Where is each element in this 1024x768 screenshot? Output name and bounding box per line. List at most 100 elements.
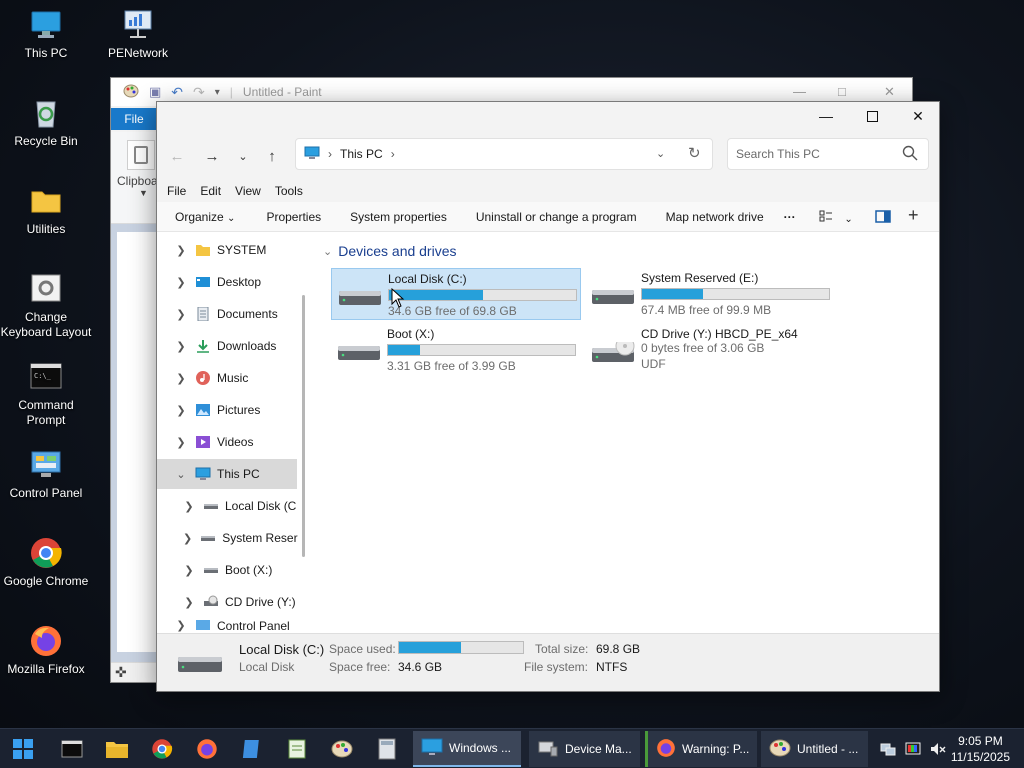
chevron-right-icon[interactable]: ❯	[183, 500, 195, 513]
nav-item-system[interactable]: ❯ SYSTEM	[157, 235, 297, 265]
volume-muted-icon[interactable]	[930, 741, 946, 757]
save-icon[interactable]: ▣	[149, 84, 161, 100]
new-item-icon[interactable]: +	[908, 205, 919, 226]
close-icon[interactable]: ✕	[884, 84, 895, 100]
taskbar-firefox[interactable]	[192, 735, 222, 765]
desktop-icon-command-prompt[interactable]: C:\_ Command Prompt	[0, 360, 92, 428]
taskbar-task-firefox-warning[interactable]: Warning: P...	[645, 731, 757, 767]
close-button[interactable]: ✕	[895, 102, 941, 130]
more-options-button[interactable]: ···	[784, 210, 796, 224]
explorer-window[interactable]: — ✕ ← → ⌄ ↑ › This PC › ⌄ ↻ File Edit Vi…	[156, 101, 940, 692]
drive-tile-local-disk-c[interactable]: Local Disk (C:) 34.6 GB free of 69.8 GB	[331, 268, 581, 320]
properties-button[interactable]: Properties	[266, 210, 321, 224]
desktop-icon-google-chrome[interactable]: Google Chrome	[0, 536, 92, 589]
maximize-icon[interactable]: □	[838, 84, 846, 99]
chevron-right-icon[interactable]: ❯	[175, 340, 187, 353]
details-space-used-label: Space used:	[329, 642, 396, 656]
chevron-right-icon[interactable]: ❯	[175, 436, 187, 449]
menu-file[interactable]: File	[167, 184, 194, 198]
system-properties-button[interactable]: System properties	[350, 210, 447, 224]
search-box[interactable]	[727, 138, 929, 170]
nav-item-boot-x[interactable]: ❯ Boot (X:)	[157, 555, 297, 585]
chevron-right-icon[interactable]: ❯	[175, 619, 187, 632]
chevron-down-icon[interactable]: ⌄	[175, 468, 187, 481]
preview-pane-icon[interactable]	[875, 210, 891, 226]
redo-icon[interactable]: ↷	[193, 84, 205, 101]
taskbar-notes[interactable]	[237, 735, 267, 765]
chevron-right-icon[interactable]: ❯	[175, 276, 187, 289]
desktop-icon-this-pc[interactable]: This PC	[0, 8, 92, 61]
taskbar-notepad[interactable]	[282, 735, 312, 765]
taskbar-task-windows-explorer[interactable]: Windows ...	[413, 731, 521, 767]
back-button[interactable]: ←	[165, 144, 189, 168]
up-button[interactable]: ↑	[260, 144, 284, 168]
address-history-button[interactable]: ⌄	[656, 147, 665, 160]
chevron-right-icon[interactable]: ›	[391, 147, 395, 161]
drive-tile-cd-drive-y[interactable]: CD Drive (Y:) HBCD_PE_x64 0 bytes free o…	[585, 324, 835, 376]
nav-item-local-disk-c[interactable]: ❯ Local Disk (C	[157, 491, 297, 521]
refresh-icon[interactable]: ↻	[688, 144, 701, 162]
address-bar[interactable]: › This PC › ⌄ ↻	[295, 138, 713, 170]
nav-item-desktop[interactable]: ❯ Desktop	[157, 267, 297, 297]
chevron-right-icon[interactable]: ❯	[175, 372, 187, 385]
chevron-right-icon[interactable]: ❯	[183, 532, 192, 545]
nav-item-downloads[interactable]: ❯ Downloads	[157, 331, 297, 361]
explorer-titlebar[interactable]: — ✕	[157, 102, 939, 130]
map-network-drive-button[interactable]: Map network drive	[666, 210, 764, 224]
chevron-down-icon[interactable]: ▼	[139, 188, 148, 198]
desktop-icon-control-panel[interactable]: Control Panel	[0, 448, 92, 501]
taskbar-chrome[interactable]	[147, 735, 177, 765]
nav-item-this-pc[interactable]: ⌄ This PC	[157, 459, 297, 489]
nav-item-documents[interactable]: ❯ Documents	[157, 299, 297, 329]
taskbar-task-device-manager[interactable]: Device Ma...	[529, 731, 640, 767]
devices-and-drives-header[interactable]: ⌄ Devices and drives	[323, 243, 457, 259]
search-input[interactable]	[736, 147, 896, 161]
start-button[interactable]	[8, 735, 38, 765]
address-location[interactable]: This PC	[340, 147, 383, 161]
minimize-icon[interactable]: —	[793, 84, 806, 99]
drive-tile-boot-x[interactable]: Boot (X:) 3.31 GB free of 3.99 GB	[331, 324, 581, 376]
clipboard-paste-button[interactable]	[127, 140, 155, 170]
maximize-button[interactable]	[849, 102, 895, 130]
minimize-button[interactable]: —	[803, 102, 849, 130]
chevron-right-icon[interactable]: ❯	[175, 244, 187, 257]
network-tray-icon[interactable]	[880, 741, 896, 757]
uninstall-program-button[interactable]: Uninstall or change a program	[476, 210, 637, 224]
taskbar-terminal[interactable]	[57, 735, 87, 765]
taskbar-calculator[interactable]	[372, 735, 402, 765]
forward-button[interactable]: →	[200, 144, 224, 168]
desktop-icon-recycle-bin[interactable]: Recycle Bin	[0, 96, 92, 149]
desktop-icon-penetwork[interactable]: PENetwork	[92, 8, 184, 61]
organize-button[interactable]: Organize ⌄	[175, 210, 235, 224]
nav-item-pictures[interactable]: ❯ Pictures	[157, 395, 297, 425]
undo-icon[interactable]: ↶	[171, 84, 183, 101]
nav-item-system-reserved[interactable]: ❯ System Reser	[157, 523, 298, 553]
desktop-icon-change-keyboard-layout[interactable]: Change Keyboard Layout	[0, 272, 92, 340]
nav-item-music[interactable]: ❯ Music	[157, 363, 297, 393]
menu-view[interactable]: View	[235, 184, 269, 198]
chevron-right-icon[interactable]: ❯	[175, 404, 187, 417]
paint-file-tab[interactable]: File	[111, 108, 157, 130]
chevron-down-icon[interactable]: ▾	[215, 87, 220, 98]
desktop-icon-utilities[interactable]: Utilities	[0, 184, 92, 237]
view-layout-button[interactable]: ⌄	[819, 210, 853, 225]
chevron-right-icon[interactable]: ❯	[175, 308, 187, 321]
navigation-scrollbar[interactable]	[302, 295, 305, 557]
paint-canvas[interactable]	[117, 232, 157, 652]
taskbar-paint[interactable]	[327, 735, 357, 765]
taskbar-file-explorer[interactable]	[102, 735, 132, 765]
chevron-right-icon[interactable]: ❯	[183, 564, 195, 577]
nav-item-cd-drive-y[interactable]: ❯ CD Drive (Y:)	[157, 587, 297, 617]
recent-locations-button[interactable]: ⌄	[231, 144, 255, 168]
drive-tile-system-reserved-e[interactable]: System Reserved (E:) 67.4 MB free of 99.…	[585, 268, 835, 320]
display-tray-icon[interactable]	[905, 741, 921, 757]
clock[interactable]: 9:05 PM 11/15/2025	[951, 733, 1010, 765]
nav-item-control-panel[interactable]: ❯ Control Panel	[157, 619, 297, 633]
nav-item-videos[interactable]: ❯ Videos	[157, 427, 297, 457]
search-icon[interactable]	[902, 145, 918, 164]
taskbar-task-paint[interactable]: Untitled - ...	[761, 731, 868, 767]
menu-edit[interactable]: Edit	[200, 184, 229, 198]
menu-tools[interactable]: Tools	[275, 184, 311, 198]
chevron-right-icon[interactable]: ❯	[183, 596, 195, 609]
desktop-icon-mozilla-firefox[interactable]: Mozilla Firefox	[0, 624, 92, 677]
